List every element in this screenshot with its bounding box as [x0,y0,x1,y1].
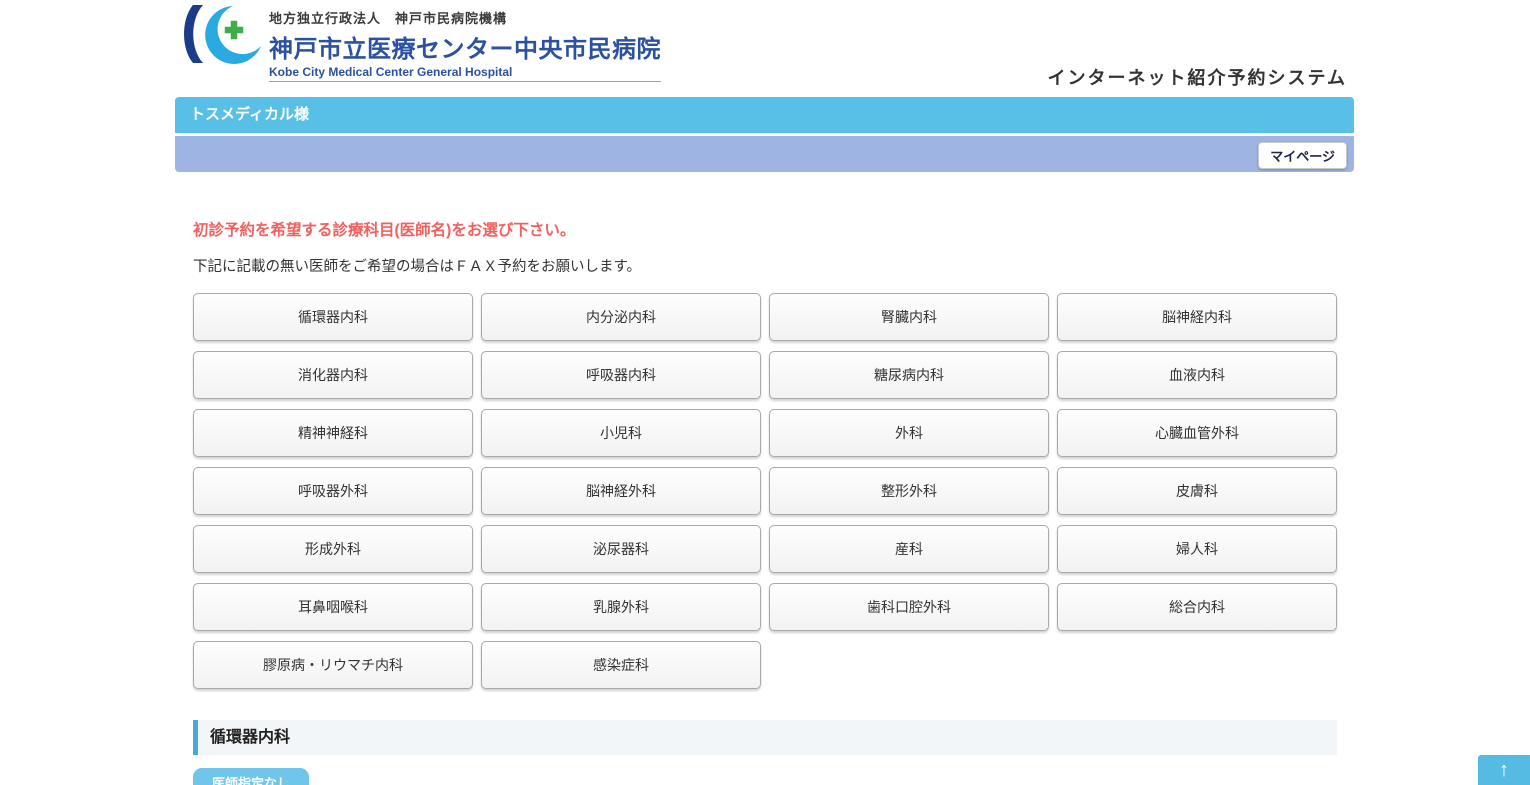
department-button[interactable]: 乳腺外科 [481,583,761,631]
header: 地方独立行政法人 神戸市民病院機構 神戸市立医療センター中央市民病院 Kobe … [0,0,1530,97]
department-button[interactable]: 腎臓内科 [769,293,1049,341]
user-name: トスメディカル様 [190,106,309,123]
department-button[interactable]: 外科 [769,409,1049,457]
selected-department-heading: 循環器内科 [193,720,1337,755]
department-button[interactable]: 小児科 [481,409,761,457]
scroll-to-top-button[interactable]: ↑ [1478,755,1530,785]
department-button[interactable]: 泌尿器科 [481,525,761,573]
department-button[interactable]: 内分泌内科 [481,293,761,341]
department-button[interactable]: 呼吸器外科 [193,467,473,515]
bars: トスメディカル様 マイページ [175,97,1354,172]
user-bar: トスメディカル様 [175,97,1354,133]
department-button[interactable]: 糖尿病内科 [769,351,1049,399]
department-button[interactable]: 膠原病・リウマチ内科 [193,641,473,689]
department-button[interactable]: 耳鼻咽喉科 [193,583,473,631]
department-button[interactable]: 感染症科 [481,641,761,689]
department-button[interactable]: 婦人科 [1057,525,1337,573]
hospital-logo-text: 地方独立行政法人 神戸市民病院機構 神戸市立医療センター中央市民病院 Kobe … [269,4,661,82]
organization-name: 地方独立行政法人 神戸市民病院機構 [269,8,661,27]
mypage-button[interactable]: マイページ [1258,142,1347,169]
department-button[interactable]: 整形外科 [769,467,1049,515]
hospital-name: 神戸市立医療センター中央市民病院 [269,29,661,64]
department-button[interactable]: 脳神経内科 [1057,293,1337,341]
up-arrow-icon: ↑ [1499,759,1509,782]
system-title: インターネット紹介予約システム [1048,64,1347,90]
department-button[interactable]: 呼吸器内科 [481,351,761,399]
hospital-logo-icon [177,4,265,64]
department-button[interactable]: 消化器内科 [193,351,473,399]
page-instruction-heading: 初診予約を希望する診療科目(医師名)をお選び下さい。 [193,218,1337,240]
department-button[interactable]: 血液内科 [1057,351,1337,399]
page: 地方独立行政法人 神戸市民病院機構 神戸市立医療センター中央市民病院 Kobe … [0,0,1530,785]
department-grid: 循環器内科 内分泌内科 腎臓内科 脳神経内科 消化器内科 呼吸器内科 糖尿病内科… [193,293,1337,689]
selected-department-title: 循環器内科 [210,729,290,746]
department-button[interactable]: 皮膚科 [1057,467,1337,515]
department-button[interactable]: 心臓血管外科 [1057,409,1337,457]
main-content: 初診予約を希望する診療科目(医師名)をお選び下さい。 下記に記載の無い医師をご希… [193,218,1337,785]
fax-note: 下記に記載の無い医師をご希望の場合はＦＡＸ予約をお願いします。 [193,255,1337,276]
nav-bar: マイページ [175,136,1354,172]
department-button[interactable]: 脳神経外科 [481,467,761,515]
department-button[interactable]: 総合内科 [1057,583,1337,631]
department-button[interactable]: 歯科口腔外科 [769,583,1049,631]
department-button[interactable]: 循環器内科 [193,293,473,341]
no-doctor-button[interactable]: 医師指定なし [193,768,309,785]
department-button[interactable]: 精神神経科 [193,409,473,457]
hospital-name-english: Kobe City Medical Center General Hospita… [269,65,661,79]
department-button[interactable]: 産科 [769,525,1049,573]
hospital-logo: 地方独立行政法人 神戸市民病院機構 神戸市立医療センター中央市民病院 Kobe … [177,4,661,82]
department-button[interactable]: 形成外科 [193,525,473,573]
